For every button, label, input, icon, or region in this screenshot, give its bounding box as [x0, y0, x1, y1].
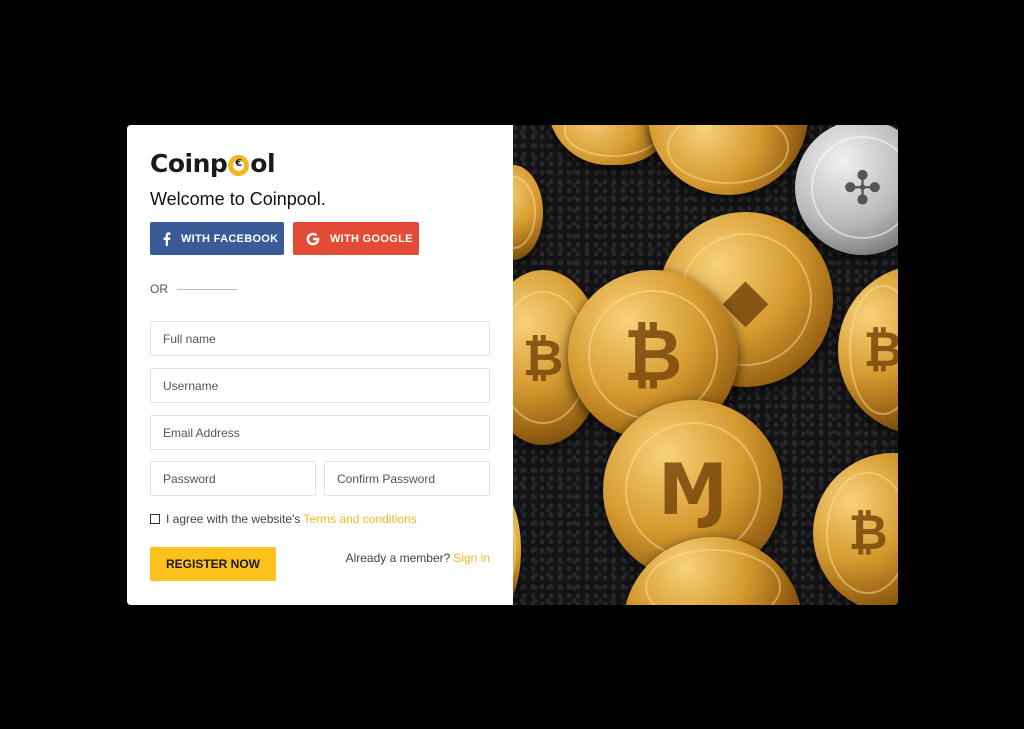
username-input[interactable]: Username: [150, 368, 490, 403]
password-input[interactable]: Password: [150, 461, 316, 496]
terms-link[interactable]: Terms and conditions: [303, 512, 416, 526]
terms-agreement: I agree with the website's Terms and con…: [150, 512, 417, 526]
email-input[interactable]: Email Address: [150, 415, 490, 450]
confirm-password-input[interactable]: Confirm Password: [324, 461, 490, 496]
sign-in-link[interactable]: Sign in: [453, 551, 490, 565]
register-button[interactable]: REGISTER NOW: [150, 547, 276, 581]
google-icon: [306, 232, 320, 245]
facebook-icon: [163, 231, 171, 246]
register-modal: Coinp € ol Welcome to Coinpool. WITH FACEB…: [127, 125, 898, 605]
coinpool-logo: Coinp € ol: [150, 148, 276, 178]
or-divider: OR: [150, 282, 237, 296]
coin-logo-icon: €: [228, 154, 250, 176]
full-name-input[interactable]: Full name: [150, 321, 490, 356]
welcome-heading: Welcome to Coinpool.: [150, 189, 326, 209]
register-panel: Coinp € ol Welcome to Coinpool. WITH FACEB…: [127, 125, 513, 605]
sign-in-prompt: Already a member? Sign in: [345, 551, 490, 565]
crypto-coins-image: ✣ ◆ ₿ ₿ ₿ Ɱ ₿: [513, 125, 898, 605]
terms-checkbox[interactable]: [150, 514, 160, 524]
facebook-login-button[interactable]: WITH FACEBOOK: [150, 222, 284, 255]
google-login-button[interactable]: WITH GOOGLE: [293, 222, 419, 255]
